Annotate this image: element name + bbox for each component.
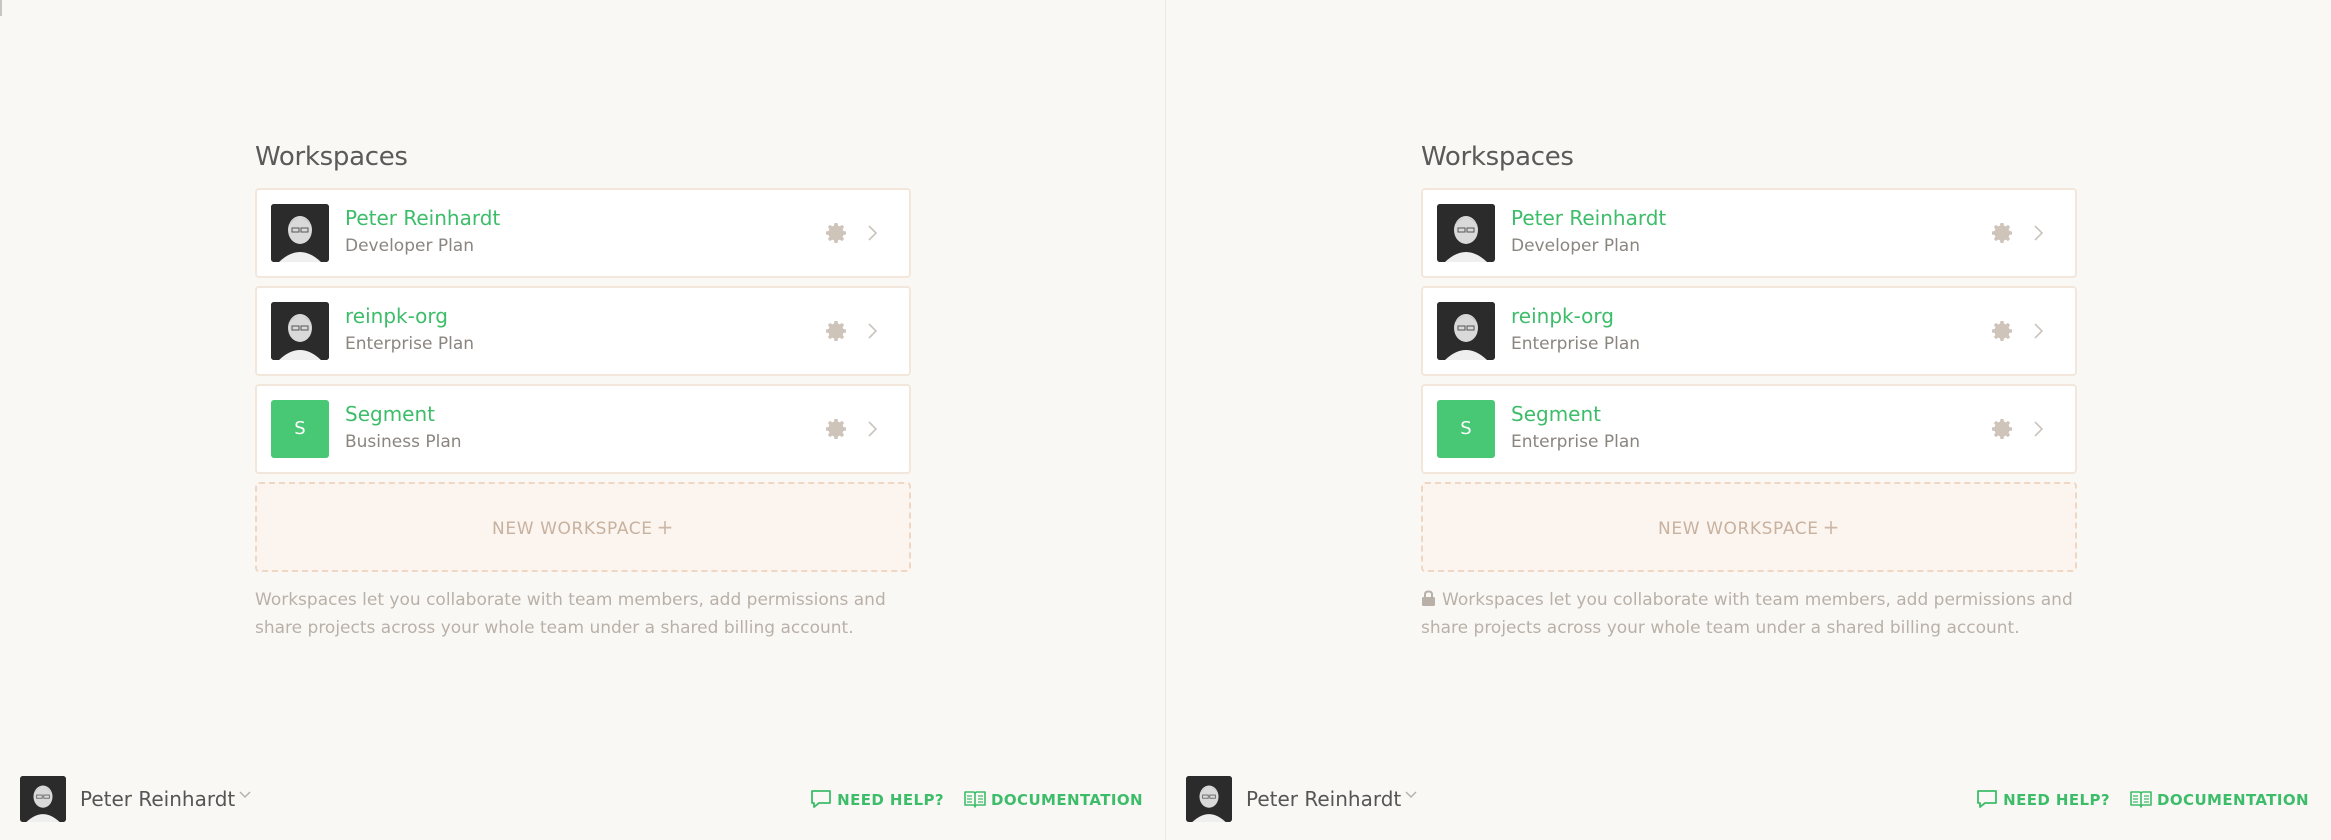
plus-icon: + [656,515,674,539]
book-icon [2130,791,2152,808]
workspace-card-segment[interactable]: S Segment Enterprise Plan [1421,384,2077,474]
workspace-plan: Enterprise Plan [1511,334,1641,354]
gear-icon[interactable] [1991,417,2015,441]
need-help-link[interactable]: NEED HELP? [809,788,944,812]
workspace-card-reinpk-org[interactable]: reinpk-org Enterprise Plan [255,286,911,376]
chevron-down-icon[interactable] [1404,790,1418,800]
workspaces-help-text: Workspaces let you collaborate with team… [255,586,911,642]
documentation-label: DOCUMENTATION [2157,791,2309,809]
workspace-name[interactable]: reinpk-org [1511,304,1614,328]
avatar [1437,302,1495,360]
footer: Peter Reinhardt NEED HELP? DOCUMENTATION [0,770,1165,830]
chat-bubble-icon [1977,790,1998,808]
gear-icon[interactable] [825,221,849,245]
workspaces-section: Workspaces Peter Reinhardt Developer Pla… [255,140,911,642]
panel-left: Workspaces Peter Reinhardt Developer Pla… [0,0,1165,840]
workspaces-section: Workspaces Peter Reinhardt Developer Pla… [1421,140,2077,642]
workspace-card-reinpk-org[interactable]: reinpk-org Enterprise Plan [1421,286,2077,376]
chevron-right-icon[interactable] [2031,419,2045,439]
new-workspace-label: NEW WORKSPACE [1658,519,1819,539]
workspace-plan: Enterprise Plan [1511,432,1641,452]
documentation-link[interactable]: DOCUMENTATION [2129,788,2309,812]
workspace-name[interactable]: reinpk-org [345,304,448,328]
gear-icon[interactable] [825,319,849,343]
workspace-plan: Developer Plan [345,236,475,256]
avatar [271,204,329,262]
workspace-card-segment[interactable]: S Segment Business Plan [255,384,911,474]
documentation-label: DOCUMENTATION [991,791,1143,809]
workspace-name[interactable]: Segment [345,402,435,426]
need-help-link[interactable]: NEED HELP? [1975,788,2110,812]
help-text-body: Workspaces let you collaborate with team… [255,590,886,638]
avatar [1186,776,1232,822]
footer: Peter Reinhardt NEED HELP? DOCUMENTATION [1166,770,2331,830]
comparison-stage: Workspaces Peter Reinhardt Developer Pla… [0,0,2331,840]
new-workspace-button[interactable]: NEW WORKSPACE + [1421,482,2077,572]
workspaces-help-text: Workspaces let you collaborate with team… [1421,586,2077,642]
page-title: Workspaces [1421,142,1574,172]
page-title: Workspaces [255,142,408,172]
user-name: Peter Reinhardt [1246,787,1402,811]
help-text-body: Workspaces let you collaborate with team… [1421,590,2073,638]
workspace-name[interactable]: Peter Reinhardt [345,206,500,230]
avatar [20,776,66,822]
panel-right: Workspaces Peter Reinhardt Developer Pla… [1166,0,2331,840]
avatar: S [271,400,329,458]
workspace-name[interactable]: Peter Reinhardt [1511,206,1666,230]
chevron-right-icon[interactable] [865,321,879,341]
window-edge-mark [0,0,2,16]
workspace-plan: Business Plan [345,432,462,452]
workspace-plan: Developer Plan [1511,236,1641,256]
gear-icon[interactable] [825,417,849,441]
footer-links: NEED HELP? DOCUMENTATION [795,788,1143,812]
user-name: Peter Reinhardt [80,787,236,811]
footer-links: NEED HELP? DOCUMENTATION [1961,788,2309,812]
workspace-name[interactable]: Segment [1511,402,1601,426]
new-workspace-button[interactable]: NEW WORKSPACE + [255,482,911,572]
need-help-label: NEED HELP? [837,791,944,809]
workspace-card-peter-reinhardt[interactable]: Peter Reinhardt Developer Plan [255,188,911,278]
new-workspace-label: NEW WORKSPACE [492,519,653,539]
chevron-right-icon[interactable] [2031,321,2045,341]
gear-icon[interactable] [1991,221,2015,245]
avatar: S [1437,400,1495,458]
avatar [271,302,329,360]
chevron-right-icon[interactable] [865,419,879,439]
documentation-link[interactable]: DOCUMENTATION [963,788,1143,812]
book-icon [964,791,986,808]
workspace-plan: Enterprise Plan [345,334,475,354]
chevron-right-icon[interactable] [865,223,879,243]
gear-icon[interactable] [1991,319,2015,343]
avatar [1437,204,1495,262]
plus-icon: + [1822,515,1840,539]
chevron-right-icon[interactable] [2031,223,2045,243]
chevron-down-icon[interactable] [238,790,252,800]
workspace-card-peter-reinhardt[interactable]: Peter Reinhardt Developer Plan [1421,188,2077,278]
lock-icon [1422,590,1435,606]
chat-bubble-icon [811,790,832,808]
need-help-label: NEED HELP? [2003,791,2110,809]
